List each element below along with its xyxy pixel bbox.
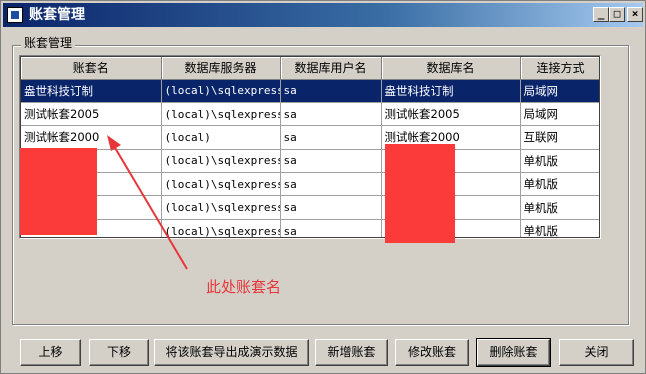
cell-connection: 局域网 xyxy=(520,102,599,127)
cell-connection: 单机版 xyxy=(520,149,599,174)
cell-db-server: (local)\sqlexpress xyxy=(161,102,281,127)
cell-db-name: 测试帐套2005 xyxy=(381,102,521,127)
cell-connection: 单机版 xyxy=(520,219,599,237)
cell-db-server: (local)\sqlexpress xyxy=(161,219,281,237)
cell-db-user: sa xyxy=(280,172,382,197)
cell-db-server: (local)\sqlexpress xyxy=(161,79,281,103)
account-set-window: 账套管理 _ □ × 账套管理 账套名 数据库服务器 数据库用户名 数据库名 连… xyxy=(0,0,646,374)
cell-db-user: sa xyxy=(280,195,382,220)
cell-db-server: (local)\sqlexpress xyxy=(161,149,281,174)
move-up-button[interactable]: 上移 xyxy=(20,339,81,366)
table-row[interactable]: 测试帐套2000 (local) sa 测试帐套2000 互联网 xyxy=(21,125,599,150)
group-label: 账套管理 xyxy=(21,35,76,51)
table-row[interactable]: 盎世科技订制 (local)\sqlexpress sa 盎世科技订制 局域网 xyxy=(21,79,599,103)
account-set-grid[interactable]: 账套名 数据库服务器 数据库用户名 数据库名 连接方式 盎世科技订制 (loca… xyxy=(19,55,601,239)
export-demo-data-button[interactable]: 将该账套导出成演示数据 xyxy=(154,339,309,366)
cell-db-server: (local) xyxy=(161,125,281,150)
table-header-row: 账套名 数据库服务器 数据库用户名 数据库名 连接方式 xyxy=(21,57,599,80)
add-account-set-button[interactable]: 新增账套 xyxy=(315,339,388,366)
table-row[interactable]: 测试帐套2005 (local)\sqlexpress sa 测试帐套2005 … xyxy=(21,102,599,127)
close-window-button[interactable]: × xyxy=(627,7,643,22)
maximize-button[interactable]: □ xyxy=(609,7,625,22)
cell-db-server: (local)\sqlexpress xyxy=(161,195,281,220)
cell-db-server: (local)\sqlexpress xyxy=(161,172,281,197)
table-row[interactable]: (local)\sqlexpress sa 单机版 xyxy=(21,195,599,220)
redaction-mark-db-names xyxy=(385,144,455,243)
cell-db-user: sa xyxy=(280,102,382,127)
table-row[interactable]: (local)\sqlexpress sa 单机版 xyxy=(21,149,599,174)
cell-connection: 单机版 xyxy=(520,172,599,197)
cell-account-name: 盎世科技订制 xyxy=(21,79,162,103)
table-row[interactable]: (local)\sqlexpress sa 单机版 xyxy=(21,172,599,197)
app-icon xyxy=(7,7,23,23)
delete-account-set-button[interactable]: 删除账套 xyxy=(476,338,551,367)
annotation-label: 此处账套名 xyxy=(206,278,282,296)
close-button[interactable]: 关闭 xyxy=(559,339,634,366)
cell-db-user: sa xyxy=(280,149,382,174)
column-header-db-user[interactable]: 数据库用户名 xyxy=(280,57,382,80)
cell-db-user: sa xyxy=(280,79,382,103)
redaction-mark-account-names xyxy=(20,148,97,235)
column-header-db-server[interactable]: 数据库服务器 xyxy=(161,57,281,80)
column-header-connection[interactable]: 连接方式 xyxy=(520,57,599,80)
move-down-button[interactable]: 下移 xyxy=(89,339,149,366)
cell-connection: 单机版 xyxy=(520,195,599,220)
column-header-account-name[interactable]: 账套名 xyxy=(21,57,162,80)
cell-account-name: 测试帐套2000 xyxy=(21,125,162,150)
title-bar[interactable]: 账套管理 _ □ × xyxy=(3,3,643,27)
edit-account-set-button[interactable]: 修改账套 xyxy=(395,339,469,366)
window-title: 账套管理 xyxy=(29,7,85,23)
table-row[interactable]: (local)\sqlexpress sa 单机版 xyxy=(21,219,599,237)
account-set-table: 账套名 数据库服务器 数据库用户名 数据库名 连接方式 盎世科技订制 (loca… xyxy=(21,57,599,237)
cell-db-name: 盎世科技订制 xyxy=(381,79,521,103)
cell-db-user: sa xyxy=(280,219,382,237)
column-header-db-name[interactable]: 数据库名 xyxy=(381,57,521,80)
minimize-button[interactable]: _ xyxy=(593,7,609,22)
cell-account-name: 测试帐套2005 xyxy=(21,102,162,127)
cell-connection: 互联网 xyxy=(520,125,599,150)
cell-db-user: sa xyxy=(280,125,382,150)
cell-connection: 局域网 xyxy=(520,79,599,103)
